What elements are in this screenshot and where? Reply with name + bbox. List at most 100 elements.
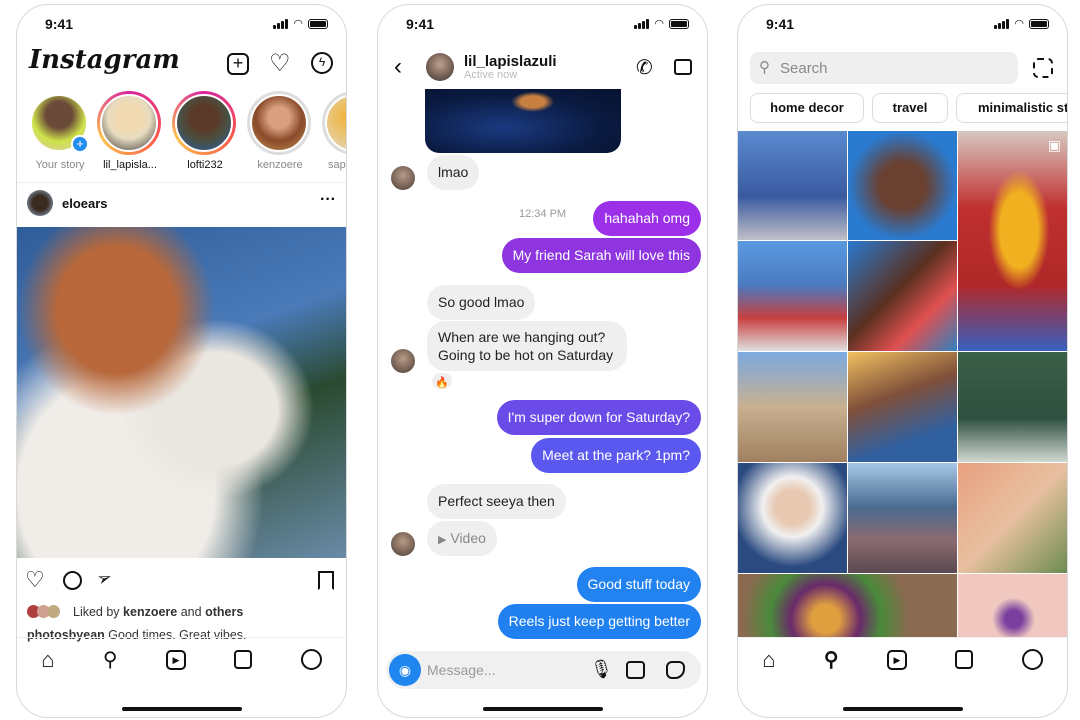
explore-tile[interactable] bbox=[738, 463, 847, 573]
story-lil-lapislazuli[interactable]: lil_lapisla... bbox=[97, 91, 163, 171]
shop-icon[interactable] bbox=[234, 650, 253, 669]
story-label: lofti232 bbox=[187, 159, 223, 171]
sender-avatar bbox=[391, 532, 415, 556]
shared-image[interactable] bbox=[425, 89, 621, 153]
home-indicator bbox=[121, 707, 242, 711]
reel-tile[interactable]: ▣ bbox=[958, 131, 1067, 351]
message-composer: ◉ Message... 🎙 bbox=[386, 651, 701, 689]
search-bar[interactable]: ⚲ Search bbox=[750, 52, 1018, 84]
message-out[interactable]: Good stuff today bbox=[576, 567, 701, 602]
post-author[interactable]: eloears bbox=[62, 196, 108, 211]
story-sapp[interactable]: sapp bbox=[322, 91, 346, 171]
message-out[interactable]: hahahah omg bbox=[593, 201, 701, 236]
wifi-icon: ◠ bbox=[654, 18, 664, 30]
explore-tile[interactable] bbox=[738, 352, 847, 462]
chip-travel[interactable]: travel bbox=[872, 93, 948, 123]
messenger-icon[interactable]: ϟ bbox=[311, 52, 333, 74]
chip-home-decor[interactable]: home decor bbox=[750, 93, 864, 123]
chat-username[interactable]: lil_lapislazuli bbox=[464, 53, 557, 70]
story-label: lil_lapisla... bbox=[103, 159, 157, 171]
signal-icon bbox=[634, 18, 650, 29]
sticker-icon[interactable] bbox=[666, 661, 685, 679]
reels-icon[interactable]: ▶ bbox=[886, 649, 907, 670]
message-out[interactable]: My friend Sarah will love this bbox=[501, 238, 701, 273]
status-icons: ◠ bbox=[273, 17, 328, 30]
video-message[interactable]: ▶ Video bbox=[427, 521, 497, 556]
chip-minimalistic-style[interactable]: minimalistic sty bbox=[956, 93, 1067, 123]
camera-icon[interactable]: ◉ bbox=[389, 654, 421, 686]
status-icons: ◠ bbox=[634, 17, 689, 30]
liked-by-others[interactable]: others bbox=[205, 605, 243, 619]
explore-tile[interactable] bbox=[848, 131, 957, 240]
story-label: kenzoere bbox=[257, 159, 303, 171]
back-icon[interactable]: ‹ bbox=[394, 53, 402, 81]
explore-tile[interactable] bbox=[958, 463, 1067, 573]
add-story-icon[interactable]: + bbox=[71, 135, 89, 153]
explore-tile[interactable] bbox=[738, 241, 847, 351]
signal-icon bbox=[273, 18, 289, 29]
chat-phone: 9:41 ◠ ‹ lil_lapislazuli Active now ✆ lm… bbox=[377, 4, 708, 718]
heart-icon[interactable]: ♡ bbox=[269, 49, 291, 78]
message-out[interactable]: Reels just keep getting better bbox=[497, 604, 701, 639]
home-indicator bbox=[482, 707, 603, 711]
liked-by-text: Liked by kenzoere and others bbox=[73, 605, 243, 619]
chat-avatar[interactable] bbox=[426, 53, 454, 81]
message-input[interactable]: Message... bbox=[427, 662, 495, 678]
comment-icon[interactable] bbox=[63, 571, 82, 590]
profile-icon[interactable] bbox=[300, 649, 322, 670]
battery-icon bbox=[669, 18, 689, 29]
sender-avatar bbox=[391, 349, 415, 373]
message-in-multiline[interactable]: When are we hanging out? Going to be hot … bbox=[427, 321, 627, 371]
scan-icon[interactable] bbox=[1033, 58, 1053, 78]
battery-icon bbox=[308, 18, 328, 29]
explore-tile[interactable] bbox=[958, 352, 1067, 462]
search-icon[interactable]: ⚲ bbox=[824, 647, 839, 672]
search-input[interactable]: Search bbox=[780, 60, 828, 77]
explore-phone: 9:41 ◠ ⚲ Search home decor travel minima… bbox=[737, 4, 1068, 718]
microphone-icon[interactable]: 🎙 bbox=[590, 659, 613, 680]
liked-by-prefix: Liked by bbox=[73, 605, 120, 619]
search-icon[interactable]: ⚲ bbox=[103, 647, 118, 672]
chat-status: Active now bbox=[464, 69, 518, 81]
message-in[interactable]: lmao bbox=[427, 155, 480, 190]
message-timestamp: 12:34 PM bbox=[519, 208, 567, 220]
reels-icon[interactable]: ▶ bbox=[165, 649, 186, 670]
story-label: Your story bbox=[35, 159, 85, 171]
phone-call-icon[interactable]: ✆ bbox=[636, 55, 653, 80]
explore-tile[interactable] bbox=[848, 352, 957, 462]
home-icon[interactable]: ⌂ bbox=[41, 647, 54, 673]
status-icons: ◠ bbox=[994, 17, 1049, 30]
post-author-avatar[interactable] bbox=[27, 190, 53, 216]
home-indicator bbox=[842, 707, 963, 711]
share-icon[interactable]: ➢ bbox=[94, 566, 115, 591]
more-options-icon[interactable]: ··· bbox=[320, 191, 336, 209]
post-photo[interactable] bbox=[17, 227, 346, 558]
profile-icon[interactable] bbox=[1021, 649, 1043, 670]
home-icon[interactable]: ⌂ bbox=[762, 647, 775, 673]
message-in[interactable]: So good lmao bbox=[427, 285, 536, 320]
message-out[interactable]: Meet at the park? 1pm? bbox=[531, 438, 701, 473]
save-icon[interactable] bbox=[318, 571, 334, 590]
explore-tile[interactable] bbox=[848, 241, 957, 351]
battery-icon bbox=[1029, 18, 1049, 29]
message-in[interactable]: Perfect seeya then bbox=[427, 484, 566, 519]
status-time: 9:41 bbox=[766, 16, 795, 32]
wifi-icon: ◠ bbox=[1014, 18, 1024, 30]
message-out[interactable]: I'm super down for Saturday? bbox=[496, 400, 701, 435]
story-lofti232[interactable]: lofti232 bbox=[172, 91, 238, 171]
reaction-emoji[interactable]: 🔥 bbox=[430, 371, 454, 391]
explore-tile[interactable] bbox=[848, 463, 957, 573]
story-your-story[interactable]: + Your story bbox=[27, 91, 93, 171]
wifi-icon: ◠ bbox=[293, 18, 303, 30]
status-time: 9:41 bbox=[406, 16, 435, 32]
gallery-icon[interactable] bbox=[626, 661, 645, 679]
story-kenzoere[interactable]: kenzoere bbox=[247, 91, 313, 171]
liked-by-user[interactable]: kenzoere bbox=[123, 605, 177, 619]
video-label: Video bbox=[450, 530, 486, 546]
video-call-icon[interactable] bbox=[674, 59, 692, 75]
explore-tile[interactable] bbox=[738, 131, 847, 240]
shop-icon[interactable] bbox=[955, 650, 974, 669]
new-post-icon[interactable]: + bbox=[227, 53, 249, 75]
like-icon[interactable]: ♡ bbox=[25, 567, 45, 593]
feed-phone: 9:41 ◠ Instagram + ♡ ϟ + Your story lil_l… bbox=[16, 4, 347, 718]
